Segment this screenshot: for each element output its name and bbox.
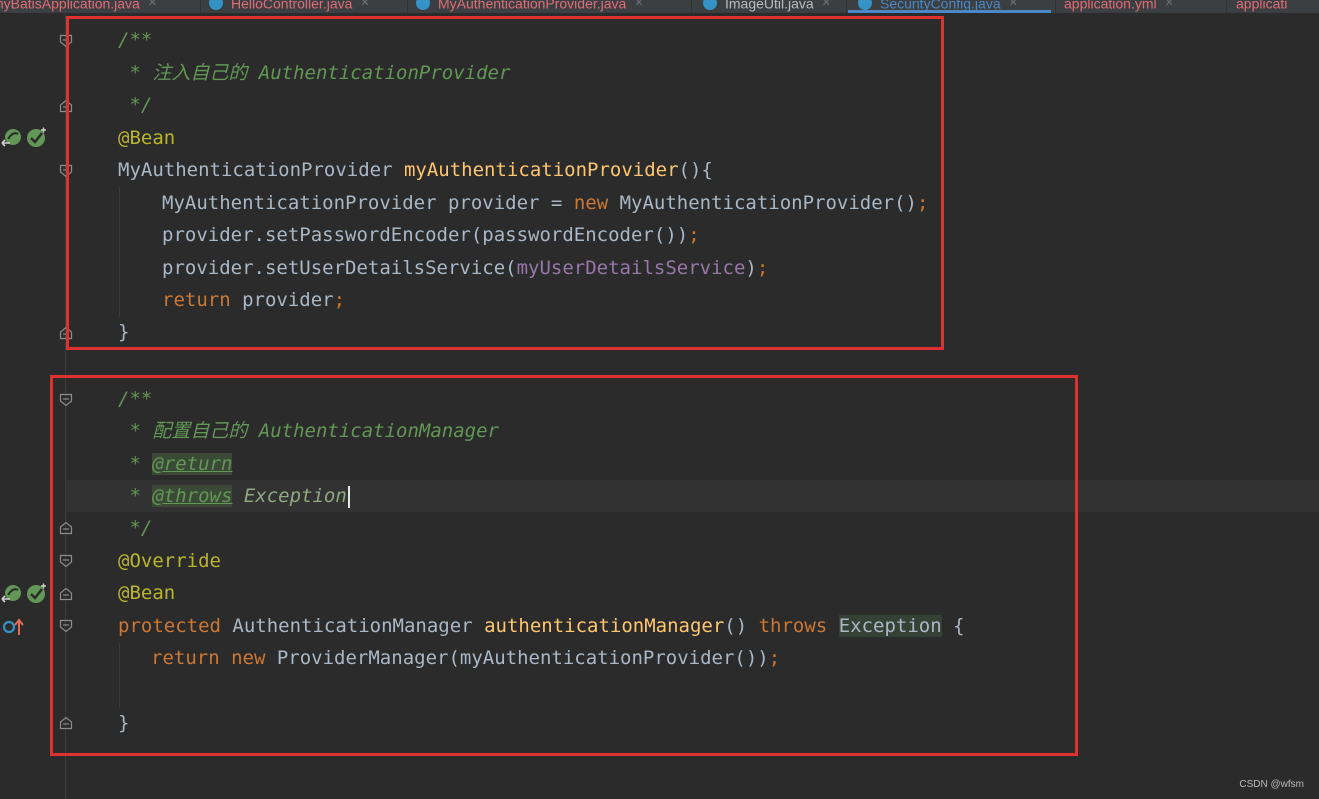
java-class-icon bbox=[209, 0, 223, 11]
tab-hello-controller[interactable]: HelloController.java ✕ bbox=[209, 0, 370, 13]
active-tab-indicator bbox=[848, 10, 1051, 13]
tab-label: application.yml bbox=[1064, 0, 1157, 12]
java-class-icon bbox=[703, 0, 717, 11]
tab-separator bbox=[1055, 0, 1056, 13]
spring-bean-icon[interactable] bbox=[26, 127, 48, 153]
tab-mybatis-application[interactable]: myBatisApplication.java ✕ bbox=[0, 0, 157, 13]
tab-application-yml[interactable]: application.yml ✕ bbox=[1064, 0, 1174, 13]
close-icon[interactable]: ✕ bbox=[822, 0, 831, 9]
tab-my-authentication-provider[interactable]: MyAuthenticationProvider.java ✕ bbox=[416, 0, 644, 13]
close-icon[interactable]: ✕ bbox=[634, 0, 643, 9]
override-method-icon[interactable] bbox=[2, 617, 24, 641]
java-class-icon bbox=[858, 0, 872, 11]
tab-image-util[interactable]: ImageUtil.java ✕ bbox=[703, 0, 831, 13]
close-icon[interactable]: ✕ bbox=[148, 0, 157, 9]
java-class-icon bbox=[416, 0, 430, 11]
editor-tab-bar: myBatisApplication.java ✕ HelloController… bbox=[0, 0, 1319, 13]
tab-separator bbox=[200, 0, 201, 13]
highlight-box bbox=[66, 16, 944, 350]
tab-label: HelloController.java bbox=[231, 0, 353, 12]
highlight-box bbox=[50, 375, 1078, 756]
tab-label: myBatisApplication.java bbox=[0, 0, 140, 12]
tab-label: ImageUtil.java bbox=[725, 0, 814, 12]
tab-applicati[interactable]: applicati bbox=[1236, 0, 1287, 13]
tab-separator bbox=[846, 0, 847, 13]
close-icon[interactable]: ✕ bbox=[360, 0, 369, 9]
autowired-navigation-icon[interactable] bbox=[1, 584, 23, 608]
tab-separator bbox=[1226, 0, 1227, 13]
tab-separator bbox=[407, 0, 408, 13]
tab-label: MyAuthenticationProvider.java bbox=[438, 0, 627, 12]
close-icon[interactable]: ✕ bbox=[1009, 0, 1018, 9]
spring-bean-icon[interactable] bbox=[26, 583, 48, 609]
tab-label: applicati bbox=[1236, 0, 1288, 12]
tab-separator bbox=[691, 0, 692, 13]
autowired-navigation-icon[interactable] bbox=[1, 128, 23, 152]
watermark: CSDN @wfsm bbox=[1239, 779, 1304, 790]
close-icon[interactable]: ✕ bbox=[1165, 0, 1174, 9]
